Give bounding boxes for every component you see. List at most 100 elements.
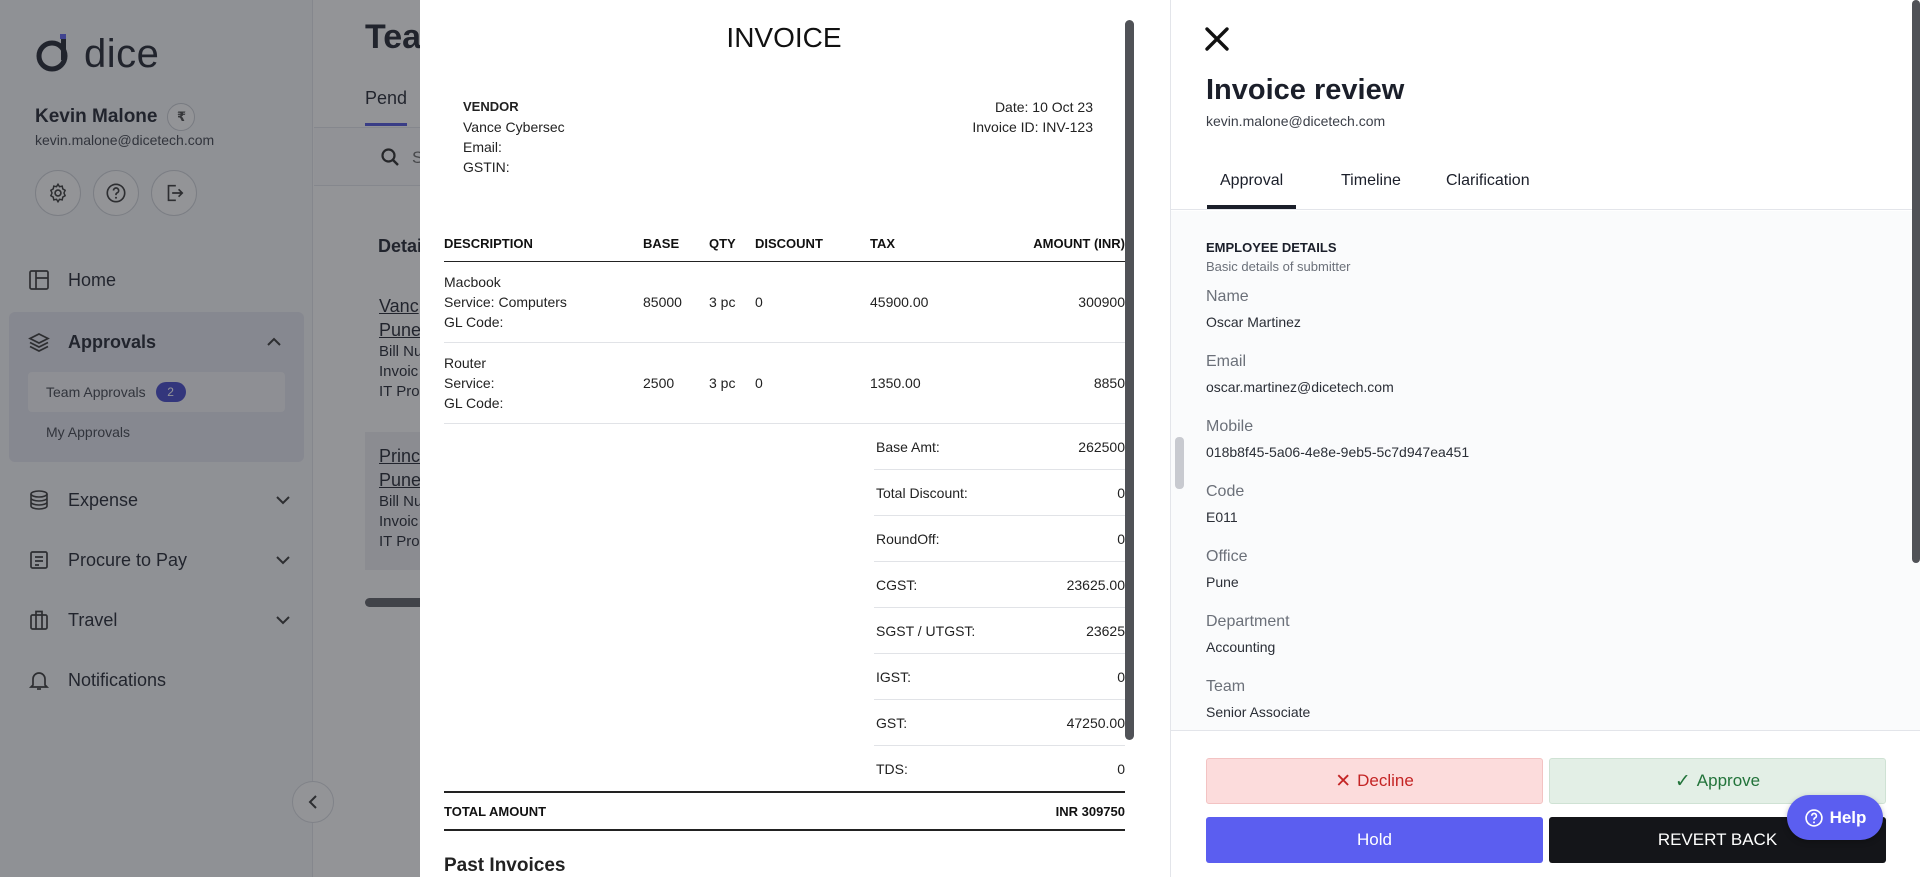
field-label: Name [1206,288,1249,305]
section-title: EMPLOYEE DETAILS [1206,240,1337,255]
field-label: Mobile [1206,418,1254,435]
field-email: Email oscar.martinez@dicetech.com [1206,353,1394,395]
field-value: Senior Associate [1206,704,1311,720]
summary-row: IGST: 0 [874,654,1125,700]
item-gl-code: GL Code: [444,314,504,330]
invoice-preview: INVOICE VENDOR Vance Cybersec Email: GST… [420,0,1170,877]
summary-value: 0 [1117,484,1125,501]
column-header: BASE [643,236,709,262]
summary-row: TDS: 0 [874,746,1125,792]
field-label: Code [1206,483,1245,500]
summary-label: CGST: [876,576,918,593]
total-amount-row: TOTAL AMOUNT INR 309750 [444,791,1125,831]
check-icon: ✓ [1674,770,1691,792]
field-office: Office Pune [1206,548,1248,590]
table-row: Router Service: GL Code: 2500 3 pc 0 135… [444,342,1125,424]
summary-value: 47250.00 [1066,714,1125,731]
employee-details-section: EMPLOYEE DETAILS Basic details of submit… [1171,211,1920,731]
decline-button[interactable]: ✕ Decline [1206,758,1543,804]
column-header: AMOUNT (INR) [990,236,1125,262]
table-row: Macbook Service: Computers GL Code: 8500… [444,261,1125,343]
field-label: Office [1206,548,1248,565]
item-discount: 0 [755,342,870,424]
field-mobile: Mobile 018b8f45-5a06-4e8e-9eb5-5c7d947ea… [1206,418,1469,460]
item-base: 2500 [643,342,709,424]
item-discount: 0 [755,261,870,343]
help-label: Help [1829,807,1867,827]
total-value: INR 309750 [1055,803,1125,819]
item-gl-code: GL Code: [444,395,504,411]
approve-label: Approve [1696,771,1761,790]
vendor-gstin: GSTIN: [463,159,510,175]
field-value: Oscar Martinez [1206,314,1301,330]
vendor-name: Vance Cybersec [463,119,565,135]
close-button[interactable] [1200,22,1234,56]
summary-row: Base Amt: 262500 [874,424,1125,470]
item-description: Router Service: GL Code: [444,342,643,424]
invoice-title: INVOICE [726,22,842,53]
item-qty: 3 pc [709,342,755,424]
summary-value: 23625.00 [1066,576,1125,593]
field-value: E011 [1206,509,1238,525]
decline-label: Decline [1357,771,1414,790]
field-department: Department Accounting [1206,613,1290,655]
invoice-date: Date: 10 Oct 23 [994,99,1093,115]
summary-value: 262500 [1078,438,1125,455]
summary-label: RoundOff: [876,530,940,547]
hold-button[interactable]: Hold [1206,817,1543,863]
item-service: Service: [444,375,495,391]
drawer-title: Invoice review [1206,74,1405,106]
summary-row: SGST / UTGST: 23625 [874,608,1125,654]
tab-approval[interactable]: Approval [1207,172,1297,209]
help-circle-icon [1804,808,1823,827]
summary-label: Base Amt: [876,438,940,455]
summary-label: SGST / UTGST: [876,622,976,639]
column-header: TAX [870,236,990,262]
column-header: QTY [709,236,755,262]
summary-label: IGST: [876,668,912,685]
summary-value: 0 [1117,761,1125,777]
field-value: Accounting [1206,639,1276,655]
help-widget-button[interactable]: Help [1787,795,1883,840]
tab-timeline[interactable]: Timeline [1328,172,1414,207]
total-label: TOTAL AMOUNT [444,803,547,819]
item-amount: 300900 [990,261,1125,343]
summary-row: GST: 47250.00 [874,700,1125,746]
item-name: Macbook [444,274,501,290]
field-value: 018b8f45-5a06-4e8e-9eb5-5c7d947ea451 [1206,444,1470,460]
item-amount: 8850 [990,342,1125,424]
drawer-email: kevin.malone@dicetech.com [1206,113,1386,129]
vendor-label: VENDOR [463,99,519,114]
item-tax: 45900.00 [870,261,990,343]
item-tax: 1350.00 [870,342,990,424]
drawer-scrollbar[interactable] [1912,0,1920,563]
field-label: Department [1206,613,1290,630]
summary-value: 0 [1117,530,1125,547]
field-name: Name Oscar Martinez [1206,288,1301,330]
field-team: Team Senior Associate [1206,678,1310,720]
invoice-review-drawer: Invoice review kevin.malone@dicetech.com… [1170,0,1920,877]
summary-label: GST: [876,714,908,731]
item-description: Macbook Service: Computers GL Code: [444,261,643,343]
invoice-scrollbar[interactable] [1125,20,1134,740]
tab-clarification[interactable]: Clarification [1433,172,1543,207]
invoice-id: Invoice ID: INV-123 [972,119,1093,135]
x-icon: ✕ [1335,770,1352,792]
table-header-row: DESCRIPTION BASE QTY DISCOUNT TAX AMOUNT… [444,236,1125,262]
vendor-block: VENDOR Vance Cybersec Email: GSTIN: [463,97,565,177]
summary-value: 23625 [1086,622,1125,639]
item-base: 85000 [643,261,709,343]
field-value: Pune [1206,574,1239,590]
field-value: oscar.martinez@dicetech.com [1206,379,1394,395]
invoice-items-table: DESCRIPTION BASE QTY DISCOUNT TAX AMOUNT… [444,236,1125,424]
summary-row: RoundOff: 0 [874,516,1125,562]
column-header: DESCRIPTION [444,236,643,262]
summary-label: TDS: [876,761,908,777]
summary-row: CGST: 23625.00 [874,562,1125,608]
item-name: Router [444,355,487,371]
invoice-summary: Base Amt: 262500 Total Discount: 0 RoundOf… [874,424,1125,792]
summary-row: Total Discount: 0 [874,470,1125,516]
field-code: Code E011 [1206,483,1244,525]
drawer-resize-handle[interactable] [1175,437,1184,489]
vendor-email: Email: [463,139,502,155]
